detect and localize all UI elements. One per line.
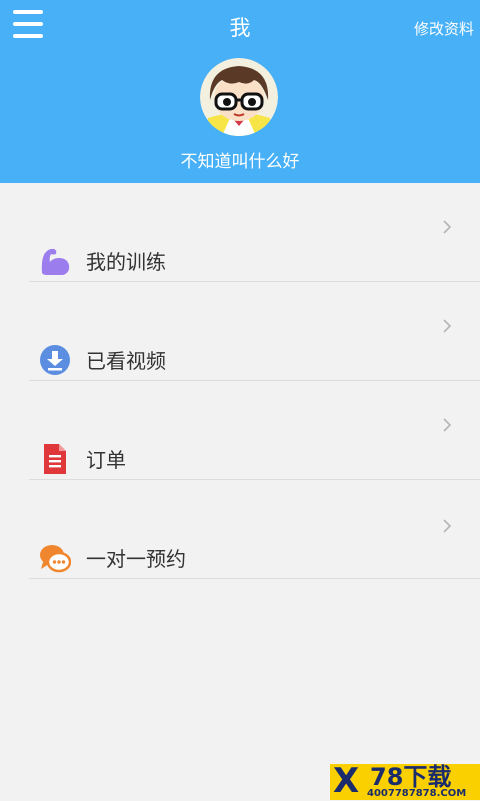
watermark-logo: X 78下载 4007787878.COM xyxy=(330,764,480,800)
page-title: 我 xyxy=(229,16,251,40)
watermark-x-logo: X xyxy=(333,761,360,801)
chevron-right-icon xyxy=(443,418,452,432)
menu-item-label: 订单 xyxy=(86,448,126,472)
muscle-arm-icon xyxy=(41,248,70,275)
menu-item-label: 已看视频 xyxy=(86,349,166,373)
download-circle-icon xyxy=(40,345,70,375)
avatar[interactable] xyxy=(200,58,278,136)
chevron-right-icon xyxy=(443,319,452,333)
menu-item-my-training[interactable]: 我的训练 xyxy=(29,183,480,282)
menu-item-one-on-one-booking[interactable]: 一对一预约 xyxy=(29,480,480,579)
chat-bubble-icon xyxy=(40,545,71,573)
chevron-right-icon xyxy=(443,220,452,234)
menu-item-watched-videos[interactable]: 已看视频 xyxy=(29,282,480,381)
menu-item-orders[interactable]: 订单 xyxy=(29,381,480,480)
menu-item-label: 一对一预约 xyxy=(86,547,186,571)
watermark-site-name: 78下载 xyxy=(370,763,452,791)
cartoon-boy-avatar-icon xyxy=(200,58,278,136)
watermark-phone: 4007787878.COM xyxy=(367,788,467,799)
menu-item-label: 我的训练 xyxy=(86,250,166,274)
profile-header: 我 修改资料 不知道叫什么好 xyxy=(0,0,480,183)
edit-profile-link[interactable]: 修改资料 xyxy=(414,18,474,39)
document-icon xyxy=(44,444,66,474)
nickname: 不知道叫什么好 xyxy=(180,152,300,172)
